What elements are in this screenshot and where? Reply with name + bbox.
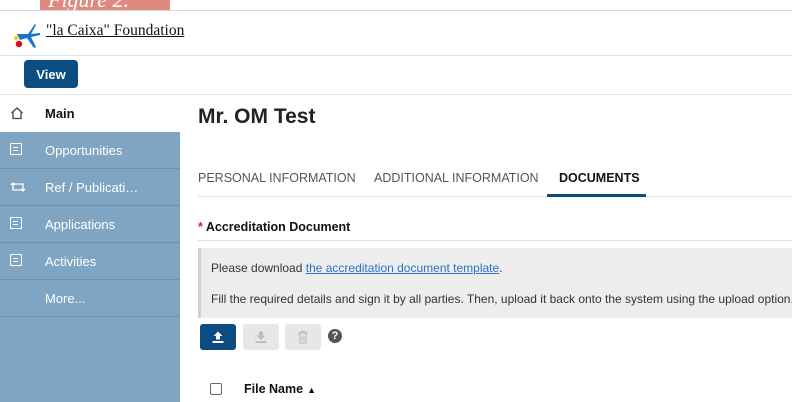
header-divider bbox=[0, 55, 792, 56]
sidebar-item-label: Main bbox=[45, 106, 75, 121]
select-all-checkbox[interactable] bbox=[210, 383, 222, 395]
view-button[interactable]: View bbox=[24, 60, 78, 88]
home-icon bbox=[10, 106, 24, 120]
tab-bar: PERSONAL INFORMATION ADDITIONAL INFORMAT… bbox=[198, 163, 792, 197]
help-icon[interactable]: ? bbox=[328, 329, 342, 343]
section-divider bbox=[198, 240, 792, 241]
brand-name: "la Caixa" Foundation bbox=[46, 22, 185, 39]
template-link[interactable]: the accreditation document template bbox=[306, 261, 499, 275]
sidebar-item-label: Applications bbox=[45, 217, 116, 232]
sidebar-item-label: Ref / Publicati… bbox=[45, 180, 139, 195]
list-icon bbox=[10, 143, 24, 157]
tab-documents[interactable]: DOCUMENTS bbox=[559, 171, 640, 185]
sidebar-item-label: Opportunities bbox=[45, 143, 123, 158]
section-title-text: Accreditation Document bbox=[205, 220, 351, 234]
table-header-row: File Name ▲ bbox=[198, 378, 792, 402]
sidebar-item-label: More... bbox=[45, 291, 86, 306]
info-line-download: Please download the accreditation docume… bbox=[211, 261, 503, 275]
download-button[interactable] bbox=[243, 324, 279, 350]
sidebar-item-label: Activities bbox=[45, 254, 97, 269]
upload-icon bbox=[212, 331, 224, 343]
info-line-instructions: Fill the required details and sign it by… bbox=[211, 292, 792, 306]
sidebar-item-ref-publications[interactable]: Ref / Publicati… bbox=[0, 169, 180, 206]
sort-ascending-icon: ▲ bbox=[307, 385, 316, 395]
required-mark: * bbox=[198, 220, 203, 234]
list-icon bbox=[10, 217, 24, 231]
sidebar-item-opportunities[interactable]: Opportunities bbox=[0, 132, 180, 169]
sidebar-item-activities[interactable]: Activities bbox=[0, 243, 180, 280]
tab-additional-information[interactable]: ADDITIONAL INFORMATION bbox=[374, 171, 539, 185]
list-icon bbox=[10, 254, 24, 268]
la-caixa-star-icon bbox=[13, 24, 40, 48]
info-box: Please download the accreditation docume… bbox=[198, 248, 792, 318]
top-divider bbox=[0, 10, 792, 11]
sidebar-item-more[interactable]: More... bbox=[0, 280, 180, 317]
page-title: Mr. OM Test bbox=[198, 105, 316, 128]
sidebar-item-applications[interactable]: Applications bbox=[0, 206, 180, 243]
sidebar-item-main[interactable]: Main bbox=[0, 95, 180, 132]
active-tab-indicator bbox=[547, 194, 646, 197]
download-icon bbox=[255, 331, 267, 343]
column-header-file-name[interactable]: File Name ▲ bbox=[244, 382, 316, 396]
trash-icon bbox=[298, 330, 308, 344]
delete-button[interactable] bbox=[285, 324, 321, 350]
retweet-icon bbox=[10, 180, 26, 194]
tab-personal-information[interactable]: PERSONAL INFORMATION bbox=[198, 171, 356, 185]
sidebar: Main Opportunities Ref / Publicati… Appl… bbox=[0, 95, 180, 402]
upload-button[interactable] bbox=[200, 324, 236, 350]
section-title: * Accreditation Document bbox=[198, 220, 350, 234]
